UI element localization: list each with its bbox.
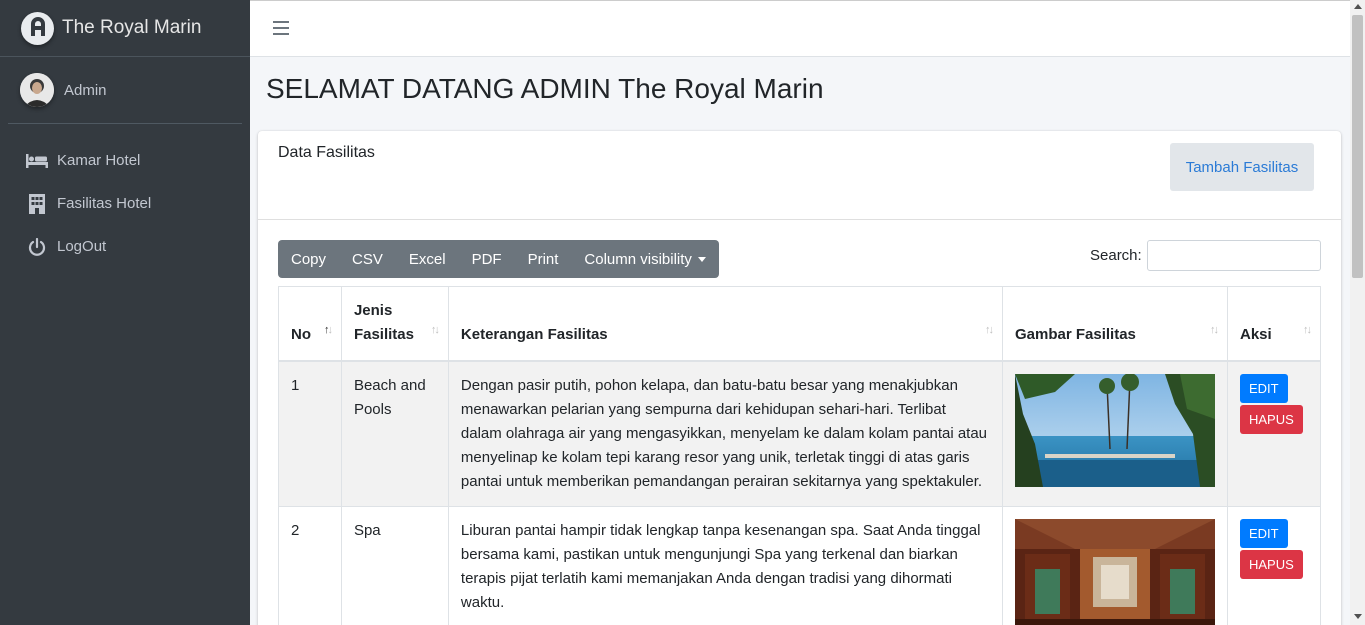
- brand-logo-icon: [21, 11, 54, 45]
- search-input[interactable]: [1147, 240, 1321, 271]
- user-panel[interactable]: Admin: [8, 57, 242, 124]
- table-header-row: No ↑↓ Jenis Fasilitas ↑↓ Keterangan Fasi…: [278, 286, 1321, 362]
- cell-no: 1: [278, 360, 342, 507]
- column-header-no[interactable]: No ↑↓: [278, 286, 342, 362]
- cell-gambar: [1002, 506, 1228, 625]
- column-visibility-label: Column visibility: [584, 250, 692, 268]
- table-row: 2 Spa Liburan pantai hampir tidak lengka…: [278, 506, 1321, 625]
- column-header-jenis-fasilitas[interactable]: Jenis Fasilitas ↑↓: [340, 286, 449, 362]
- sidebar-item-label: LogOut: [57, 238, 107, 255]
- bed-icon: [25, 151, 49, 171]
- scroll-down-arrow-icon[interactable]: [1354, 614, 1362, 619]
- csv-button[interactable]: CSV: [339, 240, 396, 278]
- scrollbar-thumb[interactable]: [1352, 15, 1363, 278]
- print-button[interactable]: Print: [515, 240, 572, 278]
- sort-icon: ↑↓: [430, 324, 440, 336]
- sidebar-item-logout[interactable]: LogOut: [0, 225, 250, 268]
- sidebar-item-fasilitas-hotel[interactable]: Fasilitas Hotel: [0, 182, 250, 225]
- cell-aksi: EDIT HAPUS: [1227, 360, 1321, 507]
- building-icon: [25, 193, 49, 214]
- delete-button[interactable]: HAPUS: [1240, 405, 1303, 434]
- sort-icon: ↑↓: [985, 324, 994, 336]
- page-title: SELAMAT DATANG ADMIN The Royal Marin: [266, 73, 824, 104]
- vertical-scrollbar[interactable]: [1350, 0, 1365, 625]
- edit-button[interactable]: EDIT: [1240, 374, 1288, 403]
- card-title: Data Fasilitas: [278, 144, 375, 161]
- column-header-gambar[interactable]: Gambar Fasilitas ↑↓: [1002, 286, 1228, 362]
- pdf-button[interactable]: PDF: [459, 240, 515, 278]
- top-navbar: [250, 0, 1350, 57]
- cell-keterangan: Dengan pasir putih, pohon kelapa, dan ba…: [447, 360, 1004, 507]
- avatar: [20, 73, 54, 107]
- search-label: Search:: [1090, 247, 1142, 264]
- card-header: Data Fasilitas Tambah Fasilitas: [258, 131, 1341, 220]
- user-name[interactable]: Admin: [64, 82, 107, 99]
- brand-name: The Royal Marin: [62, 17, 202, 38]
- sidebar-nav: Kamar Hotel Fasilitas Hotel LogOut: [0, 139, 250, 268]
- scroll-up-arrow-icon[interactable]: [1354, 4, 1362, 9]
- menu-toggle-icon[interactable]: [273, 21, 289, 35]
- sort-icon: ↑↓: [1303, 324, 1312, 336]
- sort-ascending-icon: ↑↓: [323, 324, 333, 336]
- facilities-table: No ↑↓ Jenis Fasilitas ↑↓ Keterangan Fasi…: [278, 286, 1321, 625]
- column-header-keterangan[interactable]: Keterangan Fasilitas ↑↓: [447, 286, 1004, 362]
- add-facility-button[interactable]: Tambah Fasilitas: [1170, 143, 1314, 191]
- cell-keterangan: Liburan pantai hampir tidak lengkap tanp…: [447, 506, 1004, 625]
- sidebar-item-label: Kamar Hotel: [57, 152, 141, 169]
- power-icon: [25, 237, 49, 257]
- sort-icon: ↑↓: [1210, 324, 1219, 336]
- cell-aksi: EDIT HAPUS: [1227, 506, 1321, 625]
- cell-gambar: [1002, 360, 1228, 507]
- copy-button[interactable]: Copy: [278, 240, 339, 278]
- cell-no: 2: [278, 506, 342, 625]
- excel-button[interactable]: Excel: [396, 240, 459, 278]
- sidebar: The Royal Marin Admin Kamar Hotel Fasili…: [0, 0, 250, 625]
- sidebar-item-label: Fasilitas Hotel: [57, 195, 152, 212]
- delete-button[interactable]: HAPUS: [1240, 550, 1303, 579]
- column-visibility-button[interactable]: Column visibility: [571, 240, 719, 278]
- cell-jenis: Spa: [340, 506, 449, 625]
- facility-image-beach-pools: [1015, 374, 1215, 487]
- sidebar-item-kamar-hotel[interactable]: Kamar Hotel: [0, 139, 250, 182]
- table-row: 1 Beach and Pools Dengan pasir putih, po…: [278, 360, 1321, 507]
- column-header-aksi[interactable]: Aksi ↑↓: [1227, 286, 1321, 362]
- brand-link[interactable]: The Royal Marin: [0, 0, 250, 57]
- export-button-group: Copy CSV Excel PDF Print Column visibili…: [278, 240, 719, 278]
- facilities-card: Data Fasilitas Tambah Fasilitas Copy CSV…: [258, 131, 1341, 625]
- facility-image-spa: [1015, 519, 1215, 625]
- cell-jenis: Beach and Pools: [340, 360, 449, 507]
- edit-button[interactable]: EDIT: [1240, 519, 1288, 548]
- caret-down-icon: [697, 256, 706, 262]
